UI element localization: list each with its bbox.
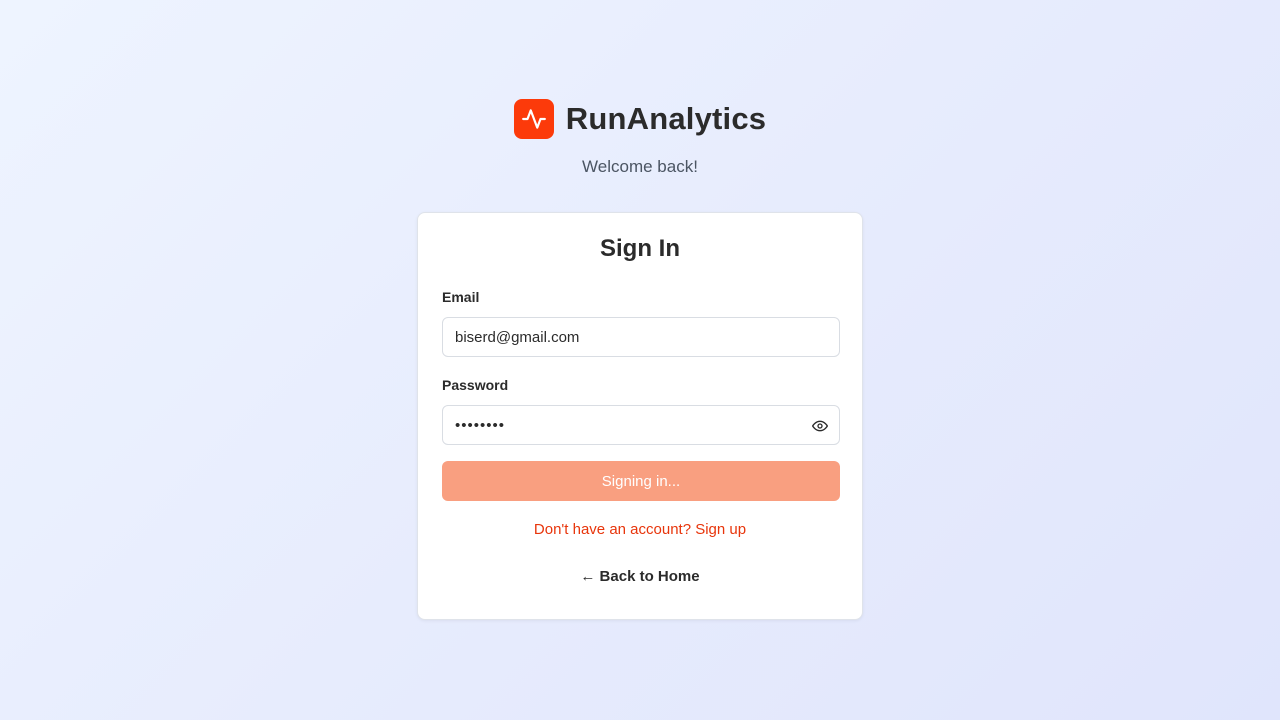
eye-icon[interactable]: [811, 417, 829, 435]
password-value: ••••••••: [455, 416, 506, 434]
email-value: biserd@gmail.com: [455, 328, 580, 346]
activity-pulse-icon: [513, 99, 554, 139]
sign-up-link[interactable]: Don't have an account? Sign up: [418, 521, 862, 538]
sign-in-button[interactable]: Signing in...: [442, 461, 840, 501]
brand-header: RunAnalytics: [0, 99, 1280, 139]
email-label: Email: [442, 289, 480, 305]
email-field[interactable]: biserd@gmail.com: [442, 317, 840, 357]
sign-in-card: Sign In Email biserd@gmail.com Password …: [417, 212, 863, 620]
password-label: Password: [442, 377, 509, 393]
form-title: Sign In: [600, 235, 680, 262]
back-to-home-link[interactable]: ← Back to Home: [418, 568, 862, 585]
password-field[interactable]: ••••••••: [442, 405, 840, 445]
app-name: RunAnalytics: [565, 101, 767, 136]
welcome-message: Welcome back!: [582, 157, 698, 176]
